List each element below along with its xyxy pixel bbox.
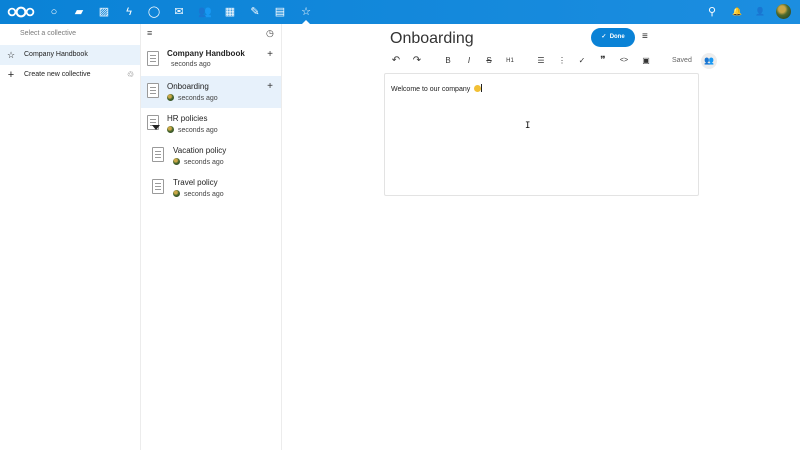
author-avatar — [173, 158, 180, 165]
create-collective-item[interactable]: + Create new collective ♲ — [0, 65, 140, 85]
page-list: ≡ ◷ Company Handbook seconds ago + Onboa… — [141, 24, 282, 450]
restore-icon[interactable]: ♲ — [127, 65, 134, 85]
active-app-indicator — [302, 20, 310, 24]
toggle-navigation-icon[interactable]: ≡ — [147, 28, 152, 38]
document-icon — [147, 51, 159, 66]
heading-icon[interactable]: H1 — [504, 55, 516, 67]
add-subpage-icon[interactable]: + — [267, 82, 273, 92]
recent-history-icon[interactable]: ◷ — [266, 28, 274, 39]
author-avatar — [167, 126, 174, 133]
page-title-label: Onboarding — [167, 82, 209, 91]
blockquote-icon[interactable]: ❞ — [597, 55, 609, 67]
add-subpage-icon[interactable]: + — [267, 50, 273, 60]
collective-label: Company Handbook — [24, 51, 88, 58]
collective-item-company-handbook[interactable]: ☆ Company Handbook — [0, 45, 140, 65]
page-item-travel-policy[interactable]: Travel policy seconds ago — [141, 172, 281, 204]
save-status: Saved — [672, 57, 692, 64]
user-avatar[interactable] — [776, 4, 791, 19]
create-collective-label: Create new collective — [24, 71, 91, 78]
page-item-company-handbook[interactable]: Company Handbook seconds ago + — [141, 46, 281, 78]
activity-icon[interactable]: ϟ — [122, 5, 136, 19]
insert-image-icon[interactable]: ▣ — [640, 55, 652, 67]
talk-icon[interactable]: ◯ — [147, 5, 161, 19]
italic-icon[interactable]: I — [463, 55, 475, 67]
page-title-label: HR policies — [167, 114, 208, 123]
page-meta: seconds ago — [167, 94, 218, 102]
contacts-icon[interactable]: 👥 — [198, 5, 212, 19]
page-title-label: Vacation policy — [173, 146, 227, 155]
nav-caption: Select a collective — [20, 30, 77, 37]
search-icon[interactable]: ⚲ — [705, 5, 719, 19]
page-title-label: Company Handbook — [167, 49, 245, 58]
strikethrough-icon[interactable]: S — [483, 55, 495, 67]
star-icon: ☆ — [6, 50, 16, 60]
author-avatar — [167, 94, 174, 101]
notes-icon[interactable]: ✎ — [248, 5, 262, 19]
document-icon — [152, 147, 164, 162]
document-icon — [152, 179, 164, 194]
page-meta: seconds ago — [167, 126, 218, 134]
undo-icon[interactable]: ↶ — [390, 55, 402, 67]
page-item-vacation-policy[interactable]: Vacation policy seconds ago — [141, 140, 281, 172]
redo-icon[interactable]: ↷ — [411, 55, 423, 67]
bold-icon[interactable]: B — [442, 55, 454, 67]
top-header: ○ ▰ ▨ ϟ ◯ ✉ 👥 ▦ ✎ ▤ ☆ ⚲ 🔔 👤 — [0, 0, 800, 24]
deck-icon[interactable]: ▤ — [273, 5, 287, 19]
done-label: Done — [609, 34, 625, 40]
check-icon: ✓ — [601, 34, 607, 40]
calendar-icon[interactable]: ▦ — [223, 5, 237, 19]
page-title[interactable]: Onboarding — [390, 30, 474, 48]
page-meta: seconds ago — [173, 158, 224, 166]
page-item-hr-policies[interactable]: HR policies seconds ago — [141, 108, 281, 140]
page-meta: seconds ago — [173, 190, 224, 198]
dashboard-icon[interactable]: ○ — [47, 5, 61, 19]
notifications-icon[interactable]: 🔔 — [730, 5, 744, 19]
smiley-emoji-icon — [474, 85, 482, 92]
collectives-navigation: Select a collective ☆ Company Handbook +… — [0, 24, 141, 450]
plus-icon: + — [7, 69, 15, 81]
numbered-list-icon[interactable]: ⋮ — [556, 55, 568, 67]
text-cursor — [481, 84, 483, 92]
bullet-list-icon[interactable]: ☰ — [535, 55, 547, 67]
page-actions-menu-icon[interactable]: ≡ — [642, 31, 648, 42]
nextcloud-logo[interactable] — [7, 6, 35, 18]
author-avatar — [173, 190, 180, 197]
mail-icon[interactable]: ✉ — [172, 5, 186, 19]
page-meta: seconds ago — [171, 61, 211, 68]
page-item-onboarding[interactable]: Onboarding seconds ago + — [141, 76, 281, 108]
document-icon — [147, 83, 159, 98]
files-icon[interactable]: ▰ — [72, 5, 86, 19]
code-block-icon[interactable]: <> — [618, 55, 630, 67]
collectives-icon[interactable]: ☆ — [299, 5, 313, 19]
editor-area[interactable]: Welcome to our company — [384, 73, 699, 196]
checklist-icon[interactable]: ✓ — [576, 55, 588, 67]
page-title-label: Travel policy — [173, 178, 218, 187]
expand-caret-icon[interactable] — [152, 125, 160, 130]
done-button[interactable]: ✓ Done — [591, 28, 635, 47]
contacts-menu-icon[interactable]: 👤 — [753, 5, 767, 19]
editor-content[interactable]: Welcome to our company — [391, 84, 483, 93]
mouse-ibeam-cursor: I — [525, 121, 531, 131]
active-users-icon[interactable]: 👥 — [701, 53, 717, 69]
editor-paragraph: Welcome to our company — [391, 86, 473, 93]
photos-icon[interactable]: ▨ — [97, 5, 111, 19]
